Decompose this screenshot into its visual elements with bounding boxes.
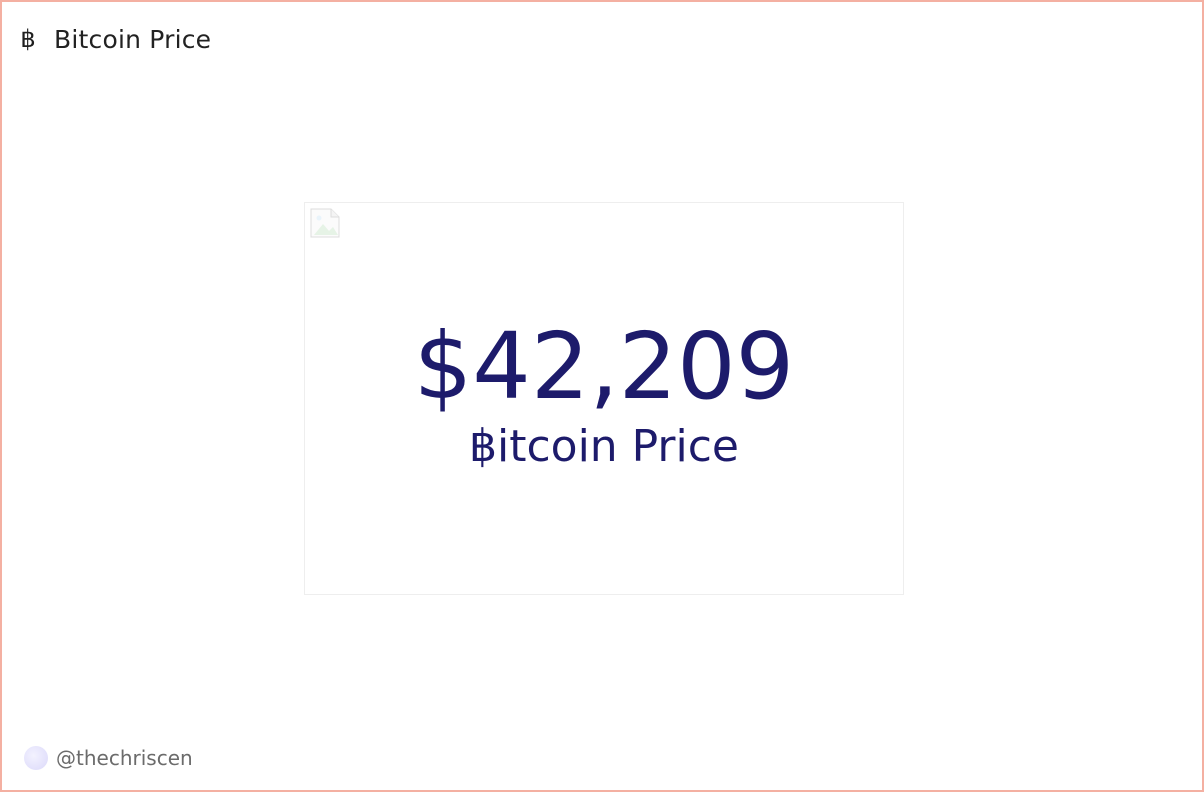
author-handle[interactable]: @thechriscen [56,746,193,770]
bitcoin-icon: ฿ [20,25,36,53]
avatar[interactable] [24,746,48,770]
price-value: $42,209 [413,313,795,420]
price-label: ฿itcoin Price [468,421,739,472]
footer[interactable]: @thechriscen [24,746,193,770]
page-title: Bitcoin Price [54,24,212,54]
header: ฿ Bitcoin Price [18,20,211,58]
price-card: $42,209 ฿itcoin Price [304,202,904,595]
widget-frame: ฿ Bitcoin Price $42,209 ฿itcoin Price @t… [0,0,1204,792]
broken-image-icon [310,208,340,238]
